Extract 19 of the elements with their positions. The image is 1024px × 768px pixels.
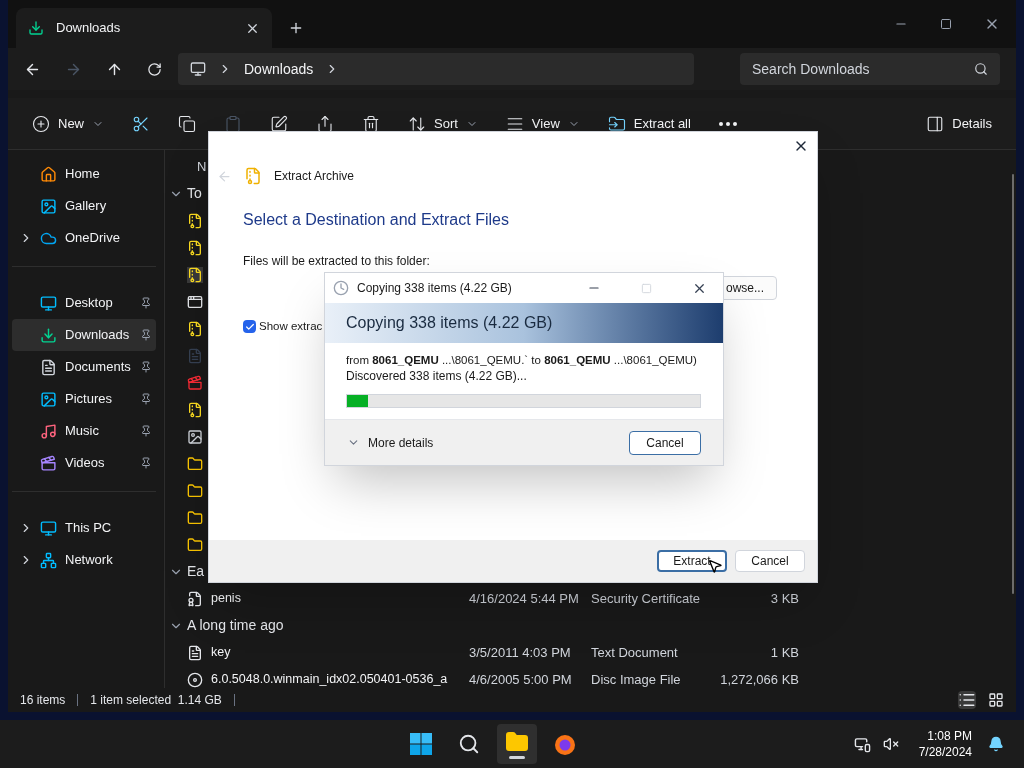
file-size: 1 KB bbox=[769, 643, 799, 662]
file-date: 4/16/2024 5:44 PM bbox=[469, 589, 580, 608]
selection-info: 1 item selected 1.14 GB bbox=[90, 692, 222, 709]
tab-title: Downloads bbox=[56, 19, 122, 38]
folder-label: Files will be extracted to this folder: bbox=[243, 253, 431, 270]
dialog-title: Extract Archive bbox=[274, 168, 355, 185]
file-type: Disc Image File bbox=[591, 670, 682, 688]
dialog-title: Copying 338 items (4.22 GB) bbox=[357, 280, 513, 297]
dialog-banner: Copying 338 items (4.22 GB) bbox=[325, 303, 723, 343]
item-count: 16 items bbox=[20, 692, 66, 709]
copy-route: from 8061_QEMU ...\8061_QEMU.` to 8061_QEMU ...\8061_QEMU) bbox=[346, 353, 697, 368]
file-size: 1,272,066 KB bbox=[719, 670, 799, 688]
file-type: Text Document bbox=[591, 643, 679, 662]
copy-status: Discovered 338 items (4.22 GB)... bbox=[346, 368, 528, 384]
file-date: 3/5/2011 4:03 PM bbox=[469, 643, 572, 662]
file-type: Security Certificate bbox=[591, 589, 702, 608]
file-size: 3 KB bbox=[769, 589, 799, 608]
dialog-heading: Select a Destination and Extract Files bbox=[243, 210, 510, 230]
file-date: 4/6/2005 5:00 PM bbox=[469, 670, 573, 688]
